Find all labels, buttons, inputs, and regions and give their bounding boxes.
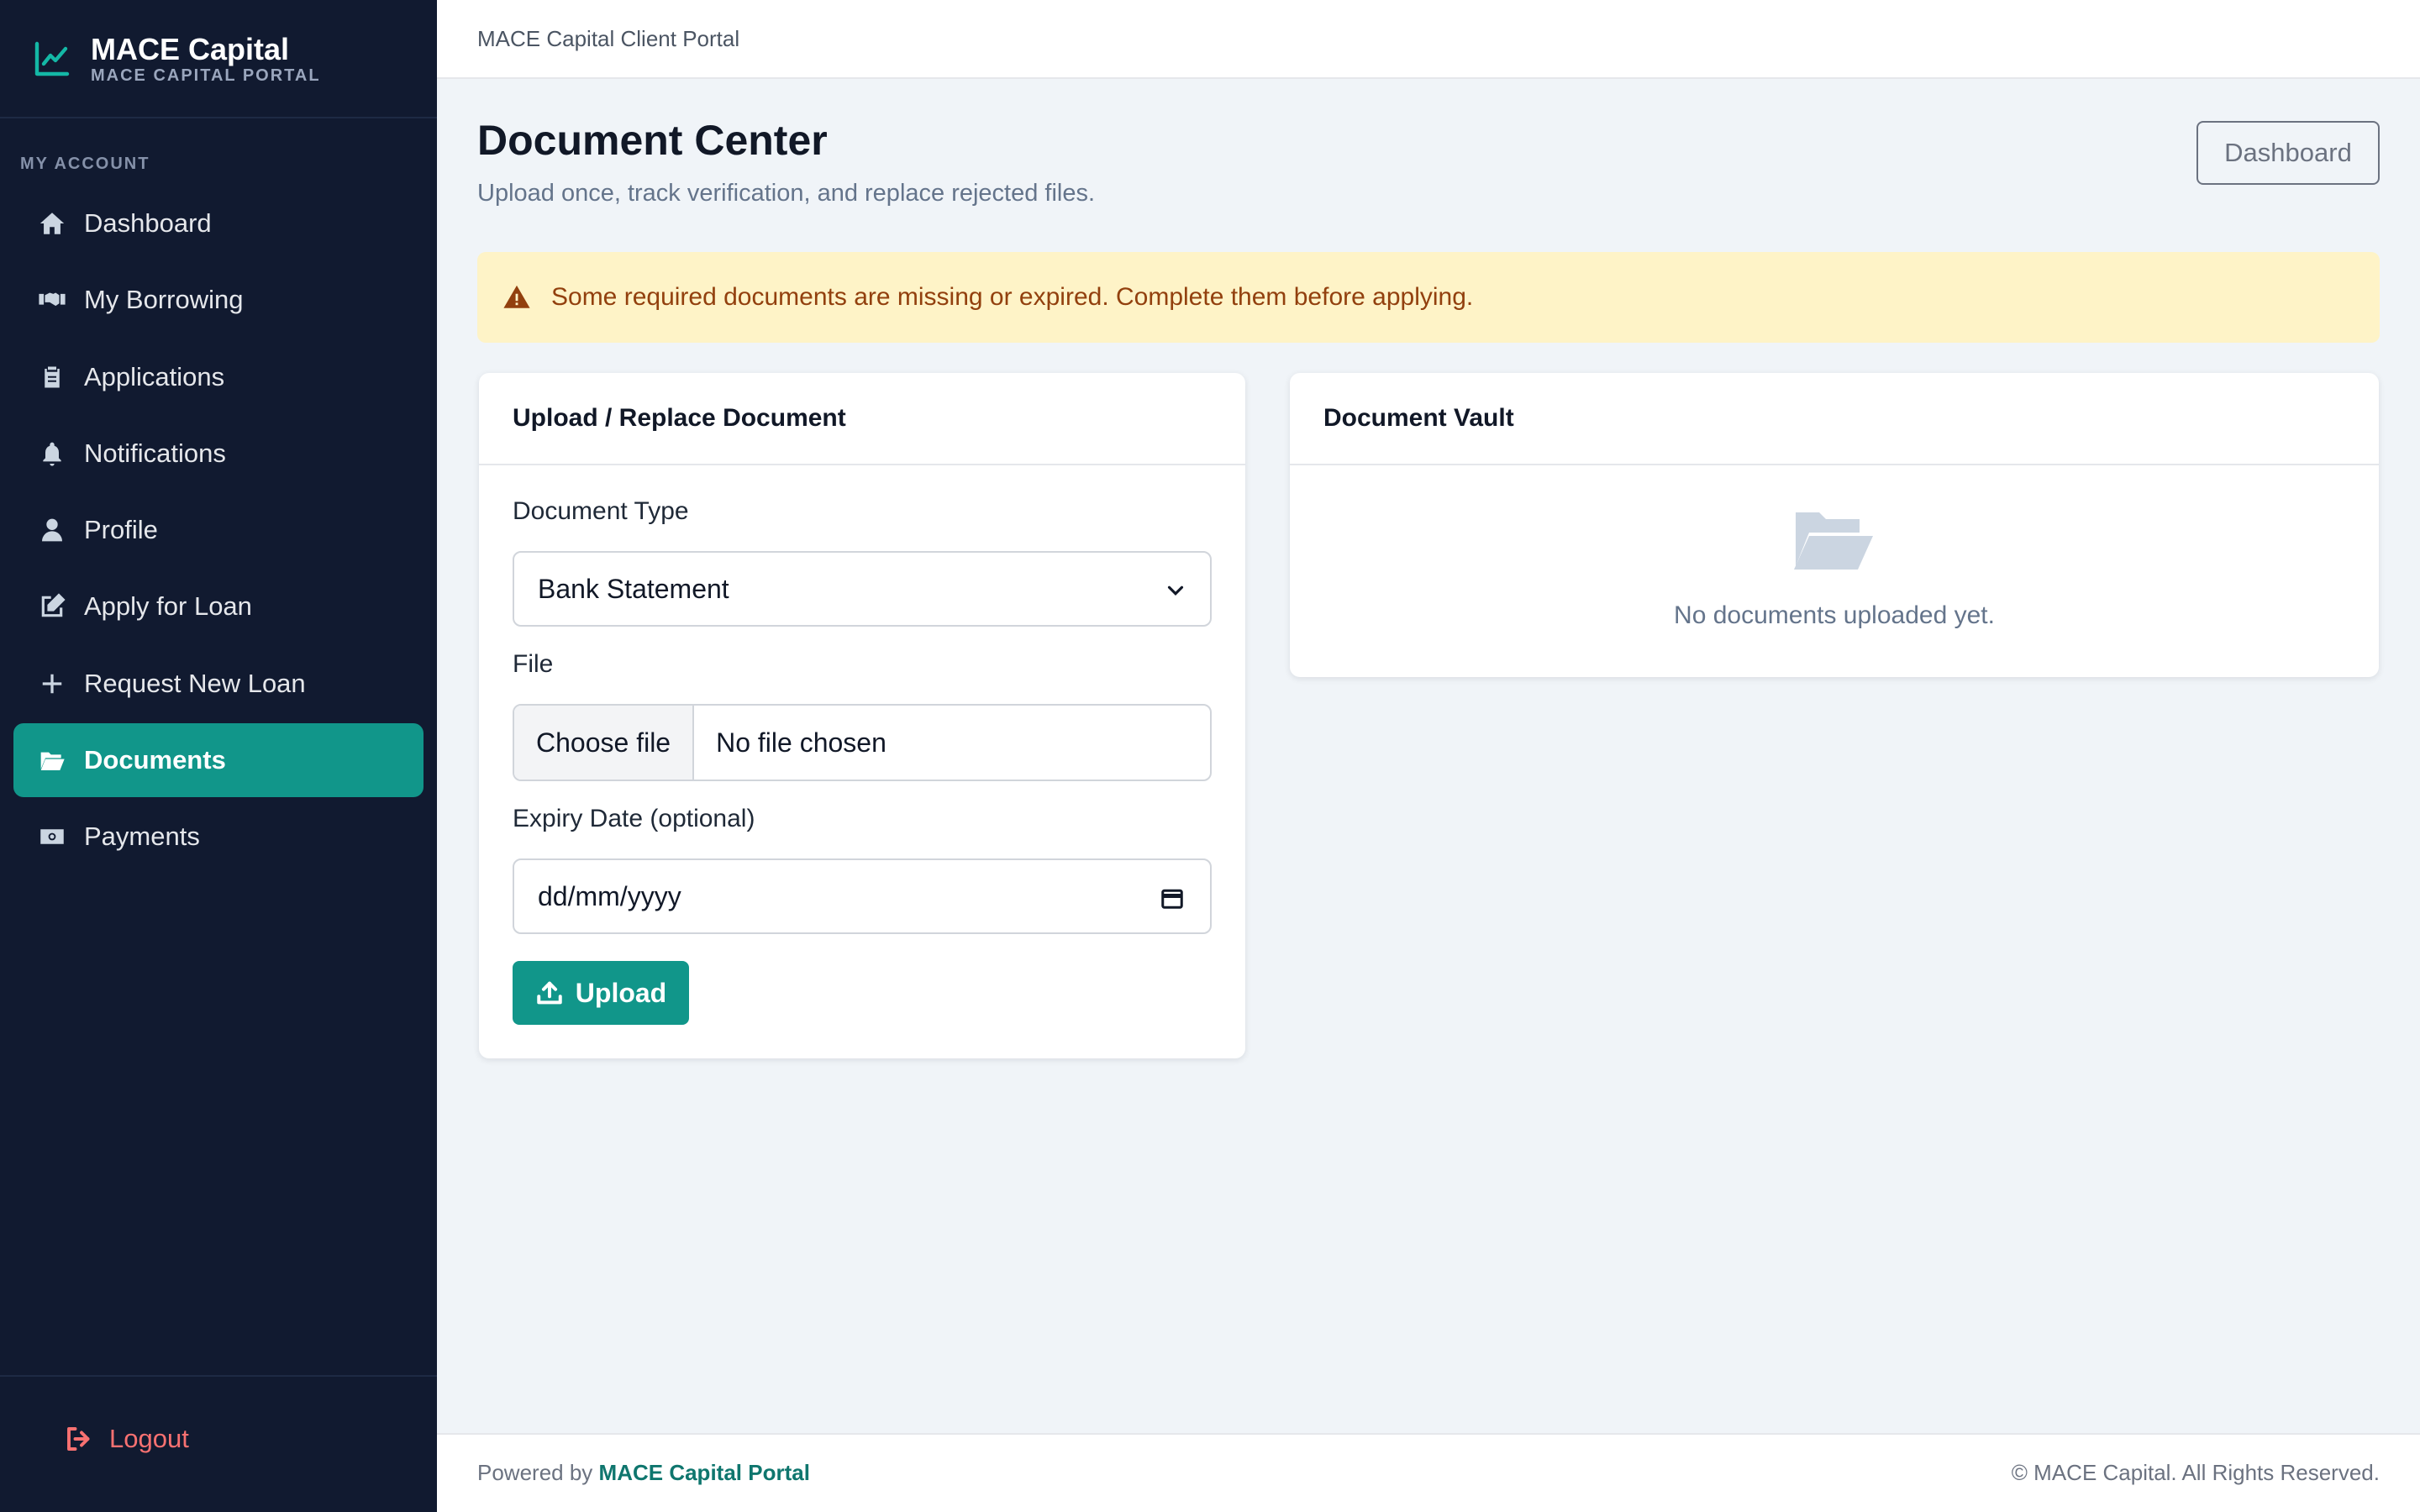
sidebar-item-label: My Borrowing xyxy=(84,285,244,315)
chart-line-icon xyxy=(34,41,70,76)
sidebar-footer: Logout xyxy=(0,1375,437,1512)
clipboard-icon xyxy=(37,362,67,392)
sidebar-item-applications[interactable]: Applications xyxy=(13,340,424,414)
footer-powered-link[interactable]: MACE Capital Portal xyxy=(599,1460,810,1485)
sidebar-section-label: MY ACCOUNT xyxy=(20,155,150,173)
choose-file-button[interactable]: Choose file xyxy=(514,706,695,780)
topbar: MACE Capital Client Portal xyxy=(437,0,2420,79)
upload-card-header: Upload / Replace Document xyxy=(479,373,1245,465)
vault-card: Document Vault No documents uploaded yet… xyxy=(1290,373,2379,677)
money-icon xyxy=(37,822,67,852)
sidebar-item-label: Payments xyxy=(84,822,200,852)
folder-open-icon xyxy=(37,745,67,775)
sidebar-item-my-borrowing[interactable]: My Borrowing xyxy=(13,263,424,337)
alert-text: Some required documents are missing or e… xyxy=(551,283,1474,311)
sidebar: MACE Capital MACE CAPITAL PORTAL MY ACCO… xyxy=(0,0,437,1512)
warning-alert: Some required documents are missing or e… xyxy=(477,252,2380,343)
sidebar-item-dashboard[interactable]: Dashboard xyxy=(13,186,424,260)
upload-button[interactable]: Upload xyxy=(513,961,689,1025)
upload-card: Upload / Replace Document Document Type … xyxy=(479,373,1245,1058)
upload-icon xyxy=(537,981,562,1005)
sidebar-item-label: Apply for Loan xyxy=(84,591,252,622)
brand-title: MACE Capital xyxy=(91,31,290,66)
footer-copyright: © MACE Capital. All Rights Reserved. xyxy=(2011,1460,2380,1485)
handshake-icon xyxy=(37,285,67,315)
sidebar-item-label: Documents xyxy=(84,745,226,775)
sidebar-item-label: Dashboard xyxy=(84,208,212,238)
sidebar-item-label: Request New Loan xyxy=(84,668,306,698)
folder-open-icon xyxy=(1794,512,1873,570)
sidebar-item-notifications[interactable]: Notifications xyxy=(13,417,424,491)
upload-button-label: Upload xyxy=(575,977,667,1008)
footer-powered-by: Powered by MACE Capital Portal xyxy=(477,1460,810,1486)
dashboard-button[interactable]: Dashboard xyxy=(2196,121,2380,185)
sidebar-item-request-new-loan[interactable]: Request New Loan xyxy=(13,647,424,721)
footer-powered-prefix: Powered by xyxy=(477,1460,593,1485)
warning-icon xyxy=(503,285,530,308)
logout-link[interactable]: Logout xyxy=(64,1424,189,1454)
document-type-select[interactable]: Bank Statement xyxy=(513,551,1212,627)
empty-state-text: No documents uploaded yet. xyxy=(1674,601,1995,629)
file-label: File xyxy=(513,650,554,678)
expiry-date-placeholder: dd/mm/yyyy xyxy=(538,880,681,911)
sidebar-item-apply-for-loan[interactable]: Apply for Loan xyxy=(13,570,424,643)
file-status: No file chosen xyxy=(716,727,886,758)
home-icon xyxy=(37,208,67,239)
expiry-date-label: Expiry Date (optional) xyxy=(513,805,755,832)
topbar-title: MACE Capital Client Portal xyxy=(477,25,740,51)
calendar-icon[interactable] xyxy=(1160,885,1185,911)
sidebar-item-profile[interactable]: Profile xyxy=(13,493,424,567)
chevron-down-icon xyxy=(1167,585,1184,596)
sidebar-item-payments[interactable]: Payments xyxy=(13,800,424,874)
bell-icon xyxy=(37,438,67,469)
expiry-date-input[interactable]: dd/mm/yyyy xyxy=(513,858,1212,934)
document-type-label: Document Type xyxy=(513,497,689,525)
file-input[interactable]: Choose file No file chosen xyxy=(513,704,1212,781)
logout-label: Logout xyxy=(109,1424,189,1453)
footer: Powered by MACE Capital Portal © MACE Ca… xyxy=(437,1433,2420,1512)
sidebar-item-label: Applications xyxy=(84,361,225,391)
brand-subtitle: MACE CAPITAL PORTAL xyxy=(91,66,321,85)
brand[interactable]: MACE Capital MACE CAPITAL PORTAL xyxy=(0,0,437,118)
page-subtitle: Upload once, track verification, and rep… xyxy=(477,180,1096,207)
edit-icon xyxy=(37,591,67,622)
sidebar-item-documents[interactable]: Documents xyxy=(13,723,424,798)
plus-icon xyxy=(37,669,67,699)
vault-card-header: Document Vault xyxy=(1290,373,2379,465)
logout-icon xyxy=(67,1427,90,1451)
page-title: Document Center xyxy=(477,117,828,164)
sidebar-item-label: Notifications xyxy=(84,438,226,468)
document-type-value: Bank Statement xyxy=(538,573,729,604)
sidebar-nav: Dashboard My Borrowing Applications Noti… xyxy=(13,186,424,877)
sidebar-item-label: Profile xyxy=(84,515,158,545)
user-icon xyxy=(37,515,67,545)
